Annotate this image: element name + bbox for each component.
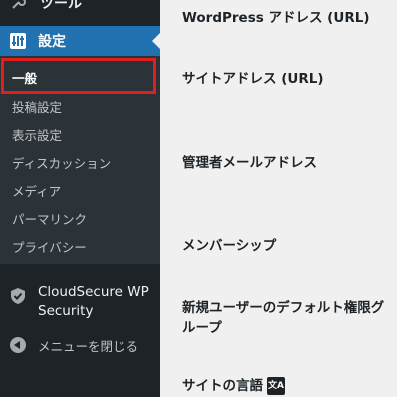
shield-check-icon: [8, 286, 28, 306]
default-role-label-line2: ループ: [182, 320, 222, 336]
current-menu-arrow: [152, 33, 160, 49]
submenu-item-discussion[interactable]: ディスカッション: [12, 153, 111, 172]
site-language-label: サイトの言語 文A: [182, 376, 285, 396]
sliders-icon: [8, 31, 28, 51]
collapse-menu-label: メニューを閉じる: [38, 338, 139, 354]
wrench-icon: [8, 0, 28, 13]
menu-item-tools[interactable]: ツール: [0, 0, 160, 14]
default-role-label-line1: 新規ユーザーのデフォルト権限グ: [182, 300, 385, 316]
site-language-text: サイトの言語: [182, 378, 263, 394]
admin-sidebar: ツール 設定 一般 投稿設定 表示設定 ディスカッション メディア パーマリンク…: [0, 0, 160, 397]
menu-item-settings-label: 設定: [38, 34, 66, 50]
menu-item-cloudsecure[interactable]: CloudSecure WP Security: [0, 283, 160, 327]
submenu-item-privacy[interactable]: プライバシー: [12, 237, 87, 256]
collapse-icon: [8, 335, 28, 355]
admin-email-label: 管理者メールアドレス: [182, 155, 317, 171]
cloudsecure-label-line1: CloudSecure WP: [38, 284, 149, 300]
submenu-item-permalinks[interactable]: パーマリンク: [12, 209, 87, 228]
submenu-item-media[interactable]: メディア: [12, 181, 61, 200]
submenu-item-reading[interactable]: 表示設定: [12, 125, 62, 144]
wp-address-label: WordPress アドレス (URL): [182, 10, 370, 26]
menu-item-settings[interactable]: 設定: [0, 26, 160, 56]
membership-label: メンバーシップ: [182, 238, 277, 254]
menu-item-cloudsecure-label: CloudSecure WP Security: [38, 283, 149, 321]
submenu-item-writing[interactable]: 投稿設定: [12, 97, 62, 116]
menu-item-tools-label: ツール: [40, 0, 82, 12]
collapse-menu-button[interactable]: メニューを閉じる: [0, 334, 160, 356]
default-role-label: 新規ユーザーのデフォルト権限グ ループ: [182, 298, 384, 338]
site-address-label: サイトアドレス (URL): [182, 71, 324, 87]
highlight-box: [1, 58, 156, 94]
translate-icon: 文A: [267, 377, 285, 395]
cloudsecure-label-line2: Security: [38, 303, 94, 319]
